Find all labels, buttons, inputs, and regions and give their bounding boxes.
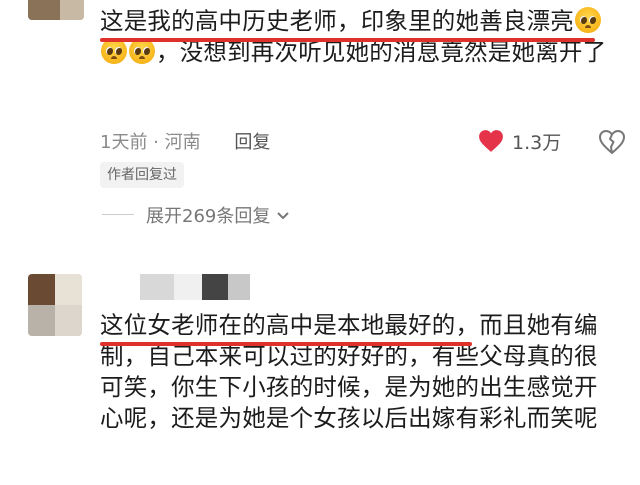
avatar[interactable]: [28, 0, 84, 20]
comment-location: 河南: [164, 132, 201, 153]
expand-replies-button[interactable]: 展开269条回复: [102, 202, 290, 228]
divider: [102, 214, 134, 215]
heart-icon: [479, 130, 503, 152]
comment-text: 这是我的高中历史老师，印象里的她善良漂亮 ，没想到再次听见她的消息竟然是她离开了: [100, 7, 607, 66]
reply-button[interactable]: 回复: [234, 132, 270, 153]
comment-2: 这位女老师在的高中是本地最好的，而且她有编制，自己本来可以过的好好的，有些父母真…: [0, 262, 640, 485]
comment-1: 这是我的高中历史老师，印象里的她善良漂亮 ，没想到再次听见她的消息竟然是她离开了…: [0, 0, 640, 240]
author-replied-badge: 作者回复过: [100, 162, 184, 188]
expand-replies-label: 展开269条回复: [146, 206, 271, 227]
like-count: 1.3万: [512, 131, 562, 154]
chevron-down-icon: [277, 212, 290, 220]
comment-meta: 1天前 · 河南 回复: [100, 132, 271, 153]
like-button[interactable]: 1.3万: [478, 126, 561, 156]
username-mosaic: [140, 274, 250, 300]
avatar[interactable]: [28, 274, 82, 336]
highlight-underline: [100, 38, 595, 42]
comment-time: 1天前: [100, 132, 148, 153]
broken-heart-icon[interactable]: [598, 128, 626, 156]
comment-text: 这位女老师在的高中是本地最好的，而且她有编制，自己本来可以过的好好的，有些父母真…: [100, 311, 598, 432]
pleading-face-icon: [575, 7, 601, 33]
highlight-underline: [100, 342, 472, 346]
